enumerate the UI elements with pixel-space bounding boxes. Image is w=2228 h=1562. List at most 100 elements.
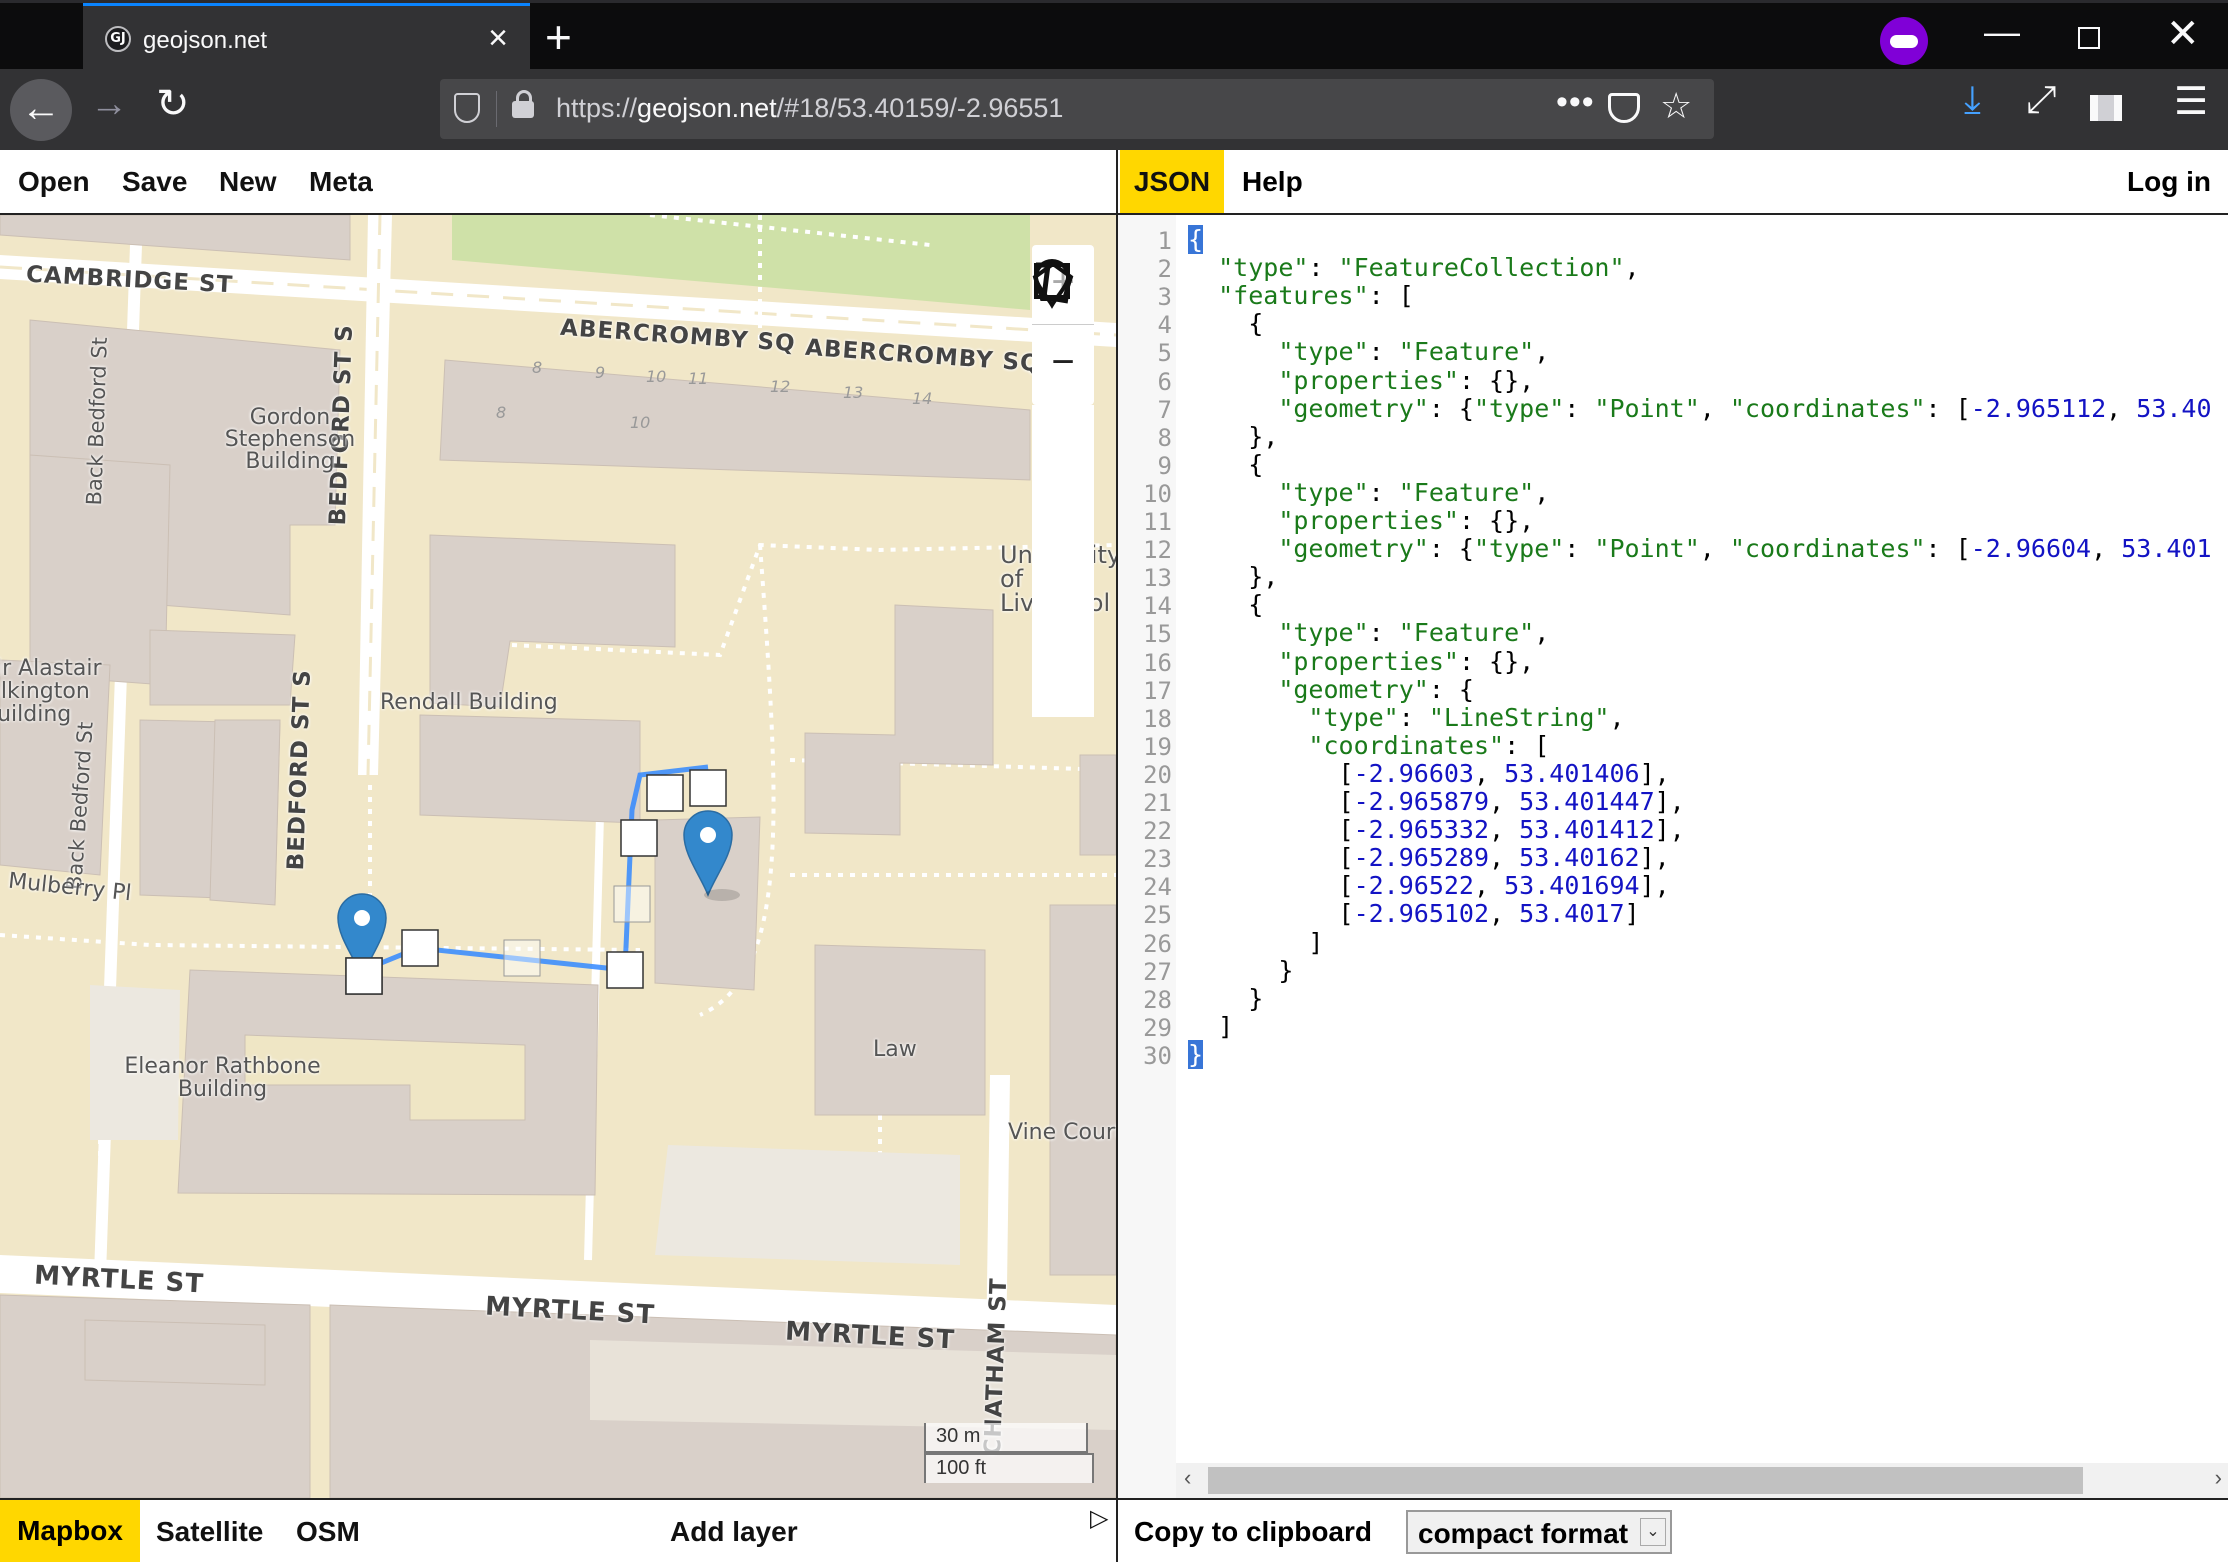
add-layer-button[interactable]: Add layer [670,1516,798,1548]
code-line[interactable]: [-2.965332, 53.401412], [1188,815,1685,844]
scrollbar-thumb[interactable] [1208,1467,2083,1494]
code-line[interactable]: [-2.96603, 53.401406], [1188,759,1670,788]
line-number: 14 [1143,592,1172,621]
code-line[interactable]: "type": "Feature", [1188,337,1549,366]
code-line[interactable]: }, [1188,562,1278,591]
json-punctuation: ], [1654,787,1685,816]
pocket-icon[interactable] [1608,93,1640,123]
json-punctuation: ] [1624,899,1640,929]
json-punctuation: , [2091,534,2122,564]
close-window-button[interactable]: ✕ [2166,11,2200,57]
map-canvas[interactable]: CAMBRIDGE ST ABERCROMBY SQ ABERCROMBY SQ… [0,215,1116,1498]
layer-satellite[interactable]: Satellite [156,1516,263,1548]
code-line[interactable]: } [1188,1039,1204,1069]
download-icon[interactable]: ⤓ [1964,79,1981,122]
code-line[interactable]: "properties": {}, [1188,506,1534,535]
tab-json[interactable]: JSON [1120,150,1224,213]
code-line[interactable]: }, [1188,422,1278,451]
line-number: 4 [1157,311,1172,340]
format-select[interactable]: compact format ⌄ [1406,1510,1672,1554]
url-text[interactable]: https://geojson.net/#18/53.40159/-2.9655… [556,93,1063,124]
reload-icon[interactable]: ↻ [156,81,190,127]
draw-marker-button[interactable] [1032,259,1094,483]
json-punctuation: : [1368,337,1399,367]
code-line[interactable]: { [1188,225,1204,254]
code-line[interactable]: [-2.965102, 53.4017] [1188,899,1640,928]
meta-menu[interactable]: Meta [309,166,373,198]
draw-rectangle-button[interactable] [1032,263,1094,717]
json-number: 53.401412 [1519,815,1655,845]
layer-mapbox[interactable]: Mapbox [0,1500,140,1562]
code-line[interactable]: } [1188,956,1293,985]
forward-arrow-icon[interactable]: → [90,83,128,126]
code-line[interactable]: { [1188,450,1263,479]
line-number: 3 [1157,283,1172,312]
code-line[interactable]: [-2.965879, 53.401447], [1188,787,1685,816]
close-tab-icon[interactable]: × [488,20,508,56]
new-menu[interactable]: New [219,166,277,198]
login-link[interactable]: Log in [2127,166,2211,198]
chevron-down-icon[interactable]: ⌄ [1640,1518,1666,1546]
browser-tab-bar: GJ geojson.net × + — ✕ [0,0,2228,72]
zoom-out-button[interactable]: − [1032,325,1094,405]
code-line[interactable]: "geometry": {"type": "Point", "coordinat… [1188,393,2212,423]
code-line[interactable]: "geometry": { [1188,675,1474,704]
code-line[interactable]: "properties": {}, [1188,366,1534,395]
code-line[interactable]: "type": "Feature", [1188,478,1549,507]
json-punctuation: : [1368,477,1399,507]
maximize-window-button[interactable] [2078,27,2100,49]
tab-help[interactable]: Help [1242,166,1303,198]
draw-polygon-button[interactable] [1032,261,1094,639]
line-number: 25 [1143,901,1172,930]
json-punctuation: { [1248,309,1264,339]
scroll-left-icon[interactable]: ‹ [1184,1465,1191,1491]
more-dots-icon[interactable]: ••• [1556,83,1595,122]
library-icon[interactable] [2090,95,2122,121]
url-domain: geojson.net [637,93,777,123]
code-line[interactable]: "type": "Feature", [1188,618,1549,647]
shield-icon[interactable] [454,93,480,123]
open-menu[interactable]: Open [18,166,90,198]
code-line[interactable]: [-2.96522, 53.401694], [1188,871,1670,900]
fullscreen-icon[interactable]: ⤢ [2026,79,2056,122]
star-icon[interactable]: ☆ [1660,85,1692,127]
horizontal-scrollbar[interactable]: ‹ › [1176,1463,2228,1498]
json-number: 53.40 [2136,393,2212,423]
copy-to-clipboard-button[interactable]: Copy to clipboard [1134,1516,1372,1548]
code-line[interactable]: [-2.965289, 53.40162], [1188,843,1670,872]
browser-tab[interactable]: GJ geojson.net × [83,3,530,72]
code-line[interactable]: { [1188,309,1263,338]
back-arrow-icon[interactable]: ← [10,79,72,141]
collapse-arrow-icon[interactable]: ▷ [1090,1504,1108,1533]
hamburger-menu-icon[interactable]: ☰ [2174,79,2208,124]
json-punctuation: , [1534,337,1550,367]
code-line[interactable]: ] [1188,928,1323,957]
json-string: "LineString" [1428,702,1610,732]
code-line[interactable]: "coordinates": [ [1188,731,1549,760]
code-line[interactable]: "geometry": {"type": "Point", "coordinat… [1188,534,2212,564]
code-line[interactable]: } [1188,984,1263,1013]
draw-line-button[interactable] [1032,262,1094,561]
house-number: 10 [646,367,667,386]
json-string: "features" [1218,281,1369,311]
save-menu[interactable]: Save [122,166,187,198]
code-line[interactable]: "features": [ [1188,281,1414,310]
code-line[interactable]: "type": "FeatureCollection", [1188,253,1639,282]
json-string: "Feature" [1398,337,1535,367]
line-number: 16 [1143,648,1172,677]
json-string: "coordinates" [1729,534,1926,564]
json-punctuation: [ [1338,787,1354,816]
new-tab-button[interactable]: + [545,11,572,63]
minimize-window-button[interactable]: — [1984,11,2020,53]
code-line[interactable]: ] [1188,1012,1233,1041]
scroll-right-icon[interactable]: › [2215,1465,2222,1491]
layer-osm[interactable]: OSM [296,1516,360,1548]
lock-icon[interactable] [512,90,534,118]
url-bar[interactable]: https://geojson.net/#18/53.40159/-2.9655… [440,79,1714,139]
line-number: 11 [1143,508,1172,536]
code-line[interactable]: { [1188,590,1263,619]
code-line[interactable]: "properties": {}, [1188,647,1534,676]
json-editor[interactable]: 1 2 3 4 5 6 7 8 9 10 11 12 13 14 15 16 17 18 19 20 21 22 23 24 2… [1116,215,2228,1498]
code-line[interactable]: "type": "LineString", [1188,702,1624,732]
json-number: 53.401 [2121,534,2212,564]
